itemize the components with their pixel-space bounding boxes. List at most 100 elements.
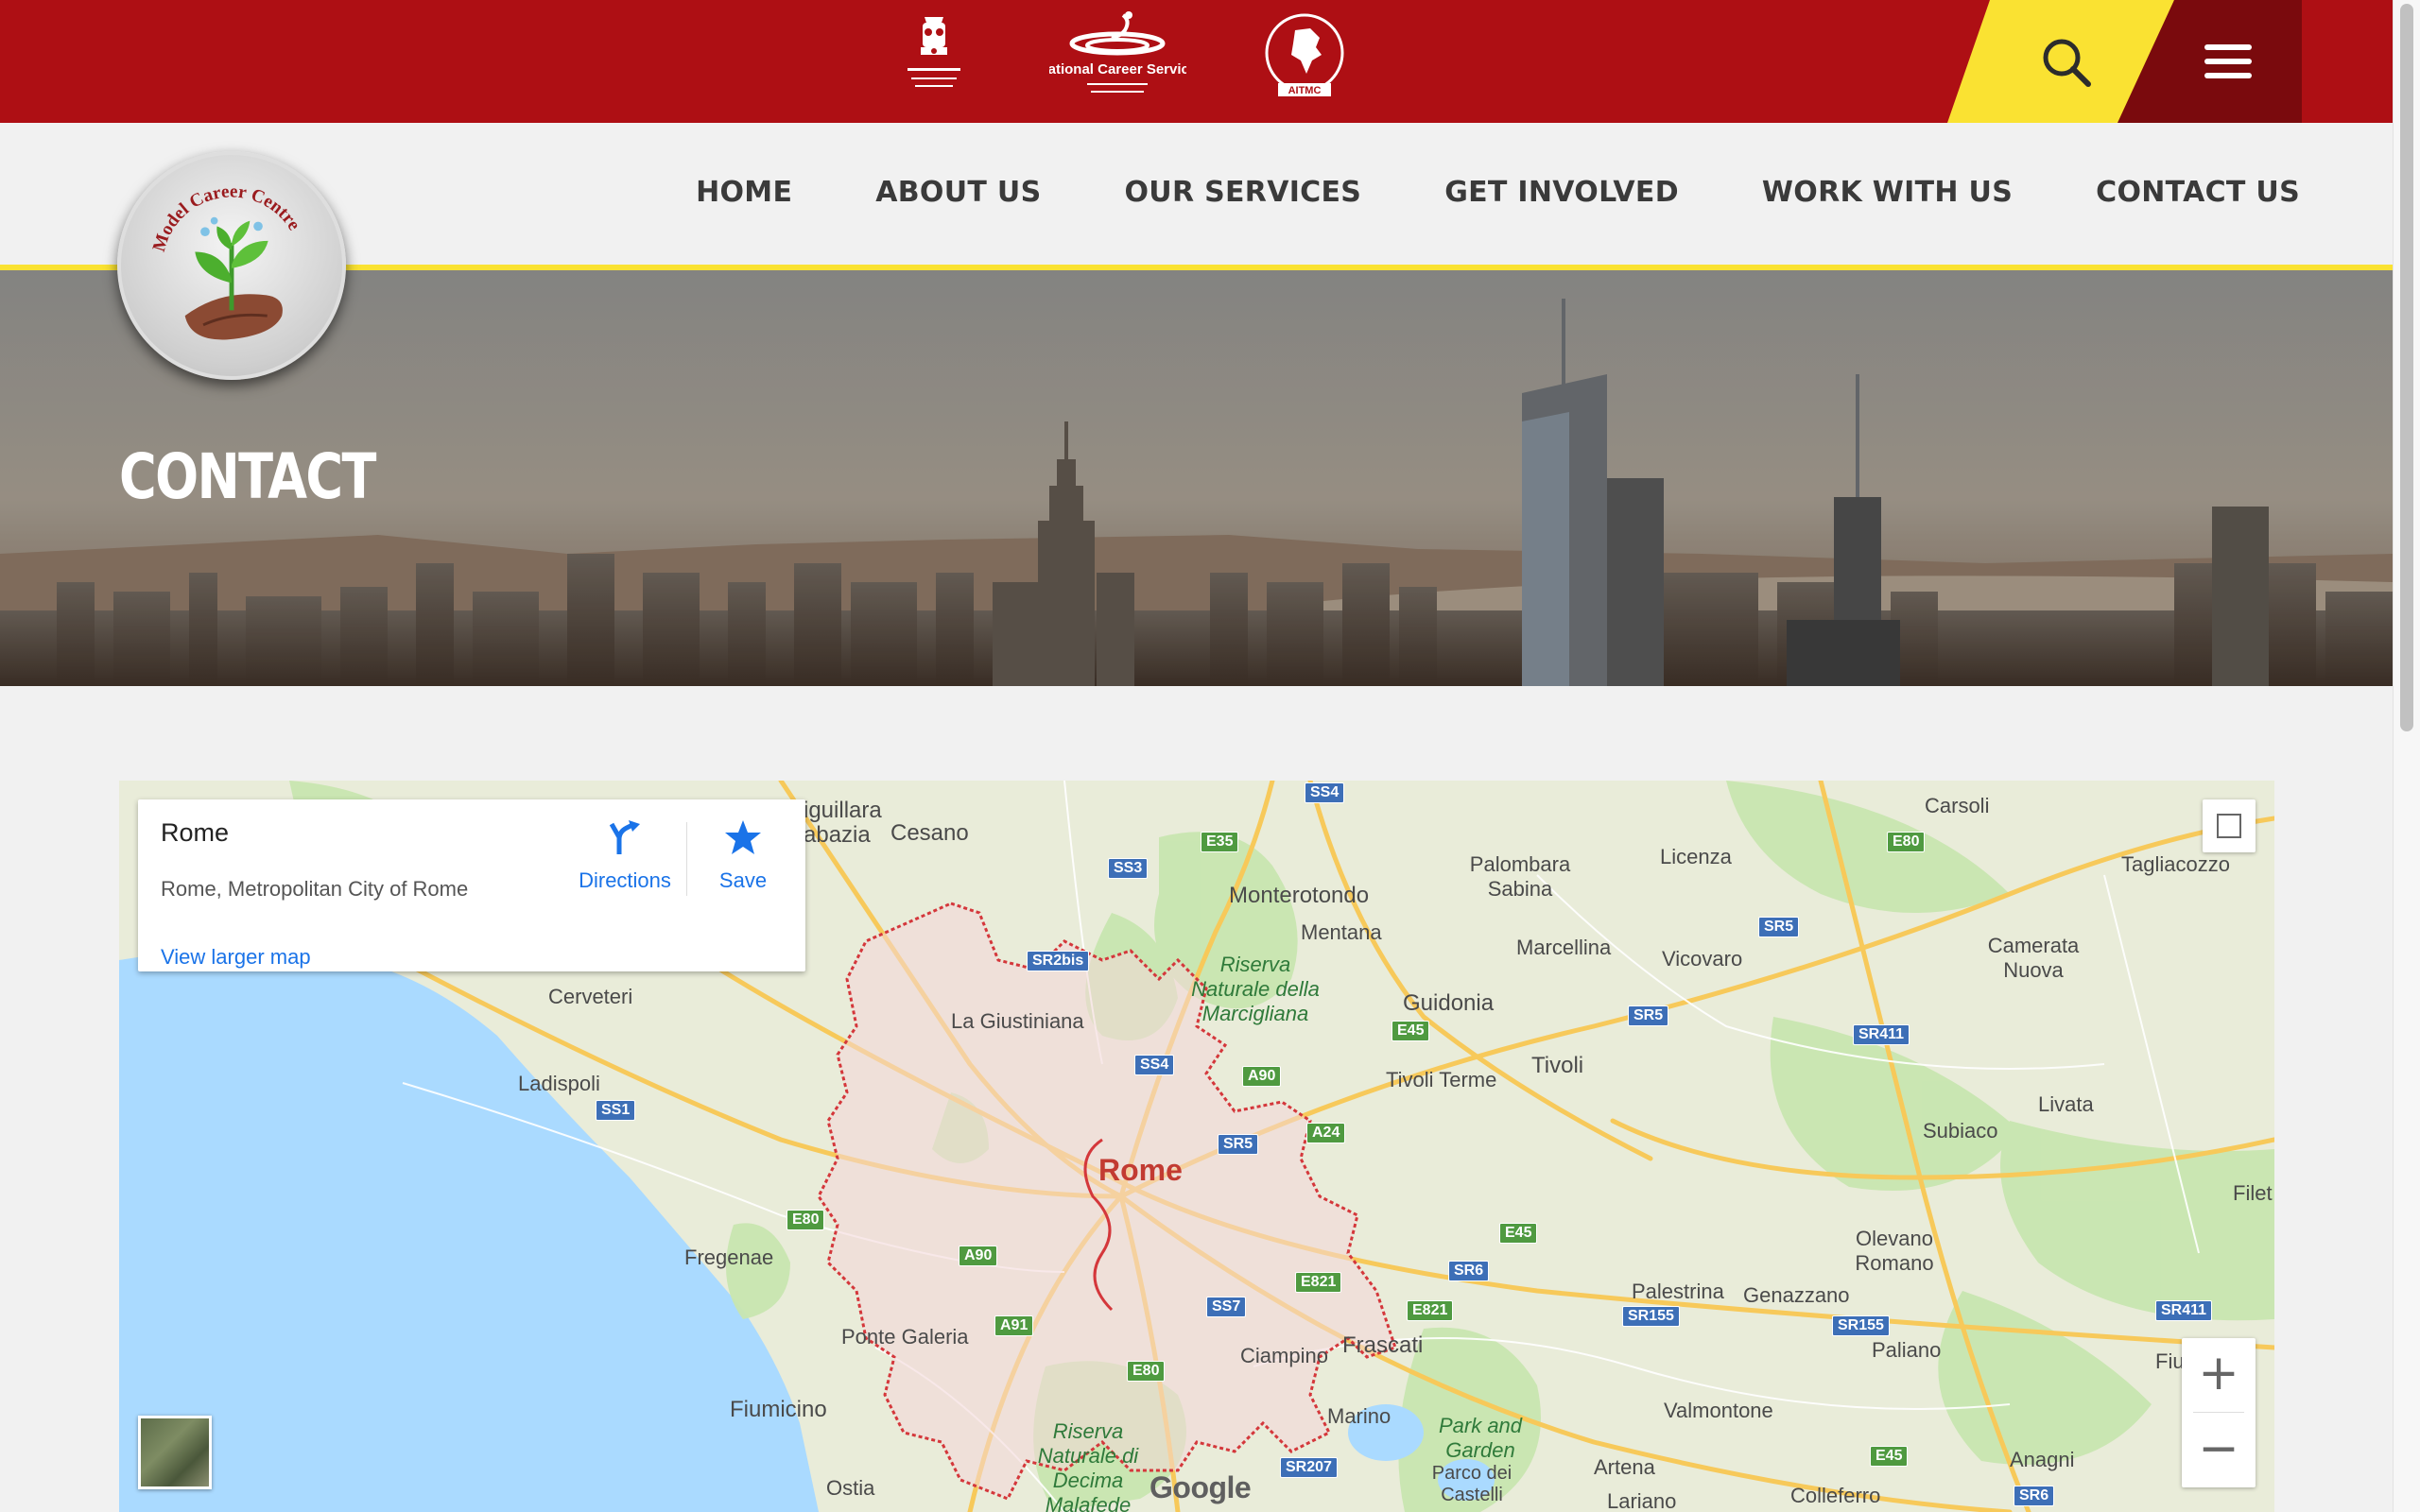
model-career-centre-logo[interactable]: Model Career Centre — [117, 151, 346, 380]
map-label-tivoli-terme: Tivoli Terme — [1386, 1068, 1497, 1091]
map-label-monterotondo: Monterotondo — [1229, 883, 1370, 908]
map-label-ponte-galeria: Ponte Galeria — [841, 1325, 969, 1349]
map-label-paliano: Paliano — [1872, 1338, 1942, 1362]
map-label-frascati: Frascati — [1342, 1332, 1424, 1358]
map-label-livata: Livata — [2038, 1092, 2094, 1116]
map-label-genazzano: Genazzano — [1743, 1283, 1850, 1307]
road-shield-sr5-3: SR5 — [1218, 1134, 1259, 1155]
road-shield-sr6-2: SR6 — [2014, 1486, 2055, 1506]
map-label-fregenae: Fregenae — [684, 1246, 774, 1269]
map-label-parco-castelli: Parco dei Castelli — [1431, 1463, 1512, 1505]
map-label-licenza: Licenza — [1660, 845, 1732, 868]
map-label-ciampino: Ciampino — [1240, 1344, 1328, 1367]
map-label-palombara: Palombara Sabina — [1469, 852, 1571, 901]
main-navigation: HOME ABOUT US OUR SERVICES GET INVOLVED … — [696, 176, 2300, 209]
map-label-rome: Rome — [1098, 1153, 1183, 1187]
directions-icon — [609, 820, 640, 854]
page-title: CONTACT — [119, 440, 376, 513]
map-label-carsoli: Carsoli — [1925, 794, 1990, 817]
nav-item-about-us[interactable]: ABOUT US — [875, 176, 1041, 209]
map-label-olevano: Olevano Romano — [1855, 1227, 1934, 1275]
road-shield-e45-3: E45 — [1870, 1446, 1909, 1467]
road-shield-sr411-2: SR411 — [2155, 1300, 2213, 1321]
save-button[interactable]: Save — [705, 818, 781, 893]
road-shield-sr2bis: SR2bis — [1027, 951, 1090, 971]
road-shield-e821-2: E821 — [1407, 1300, 1454, 1321]
place-name: Rome — [161, 818, 230, 847]
road-shield-e80: E80 — [1887, 832, 1926, 852]
map-label-tivoli: Tivoli — [1531, 1053, 1584, 1078]
road-shield-ss4-2: SS4 — [1134, 1055, 1175, 1075]
road-shield-e45: E45 — [1392, 1021, 1430, 1041]
save-label: Save — [718, 868, 768, 892]
road-shield-e821: E821 — [1295, 1272, 1342, 1293]
road-shield-a90: A90 — [1242, 1066, 1282, 1087]
map-label-park-garden: Park and Garden — [1438, 1414, 1523, 1462]
star-icon — [725, 820, 761, 854]
road-shield-sr5: SR5 — [1758, 917, 1800, 937]
road-shield-e45-2: E45 — [1499, 1223, 1538, 1244]
view-larger-map-link[interactable]: View larger map — [161, 945, 311, 970]
road-shield-a91: A91 — [994, 1315, 1034, 1336]
zoom-controls: + − — [2182, 1338, 2256, 1487]
map-label-marcellina: Marcellina — [1516, 936, 1612, 959]
map-label-sabazia: abazia — [804, 822, 871, 848]
road-shield-sr6: SR6 — [1448, 1261, 1490, 1281]
top-bar: National Career Service AITMC — [0, 0, 2393, 123]
map-label-camerata: Camerata Nuova — [1987, 934, 2080, 982]
road-shield-e80-3: E80 — [1127, 1361, 1166, 1382]
map-label-anagni: Anagni — [2010, 1448, 2075, 1471]
satellite-view-toggle[interactable] — [138, 1416, 212, 1489]
map-label-anguillara: iguillara — [804, 798, 882, 823]
page-scrollbar[interactable] — [2393, 0, 2420, 1512]
directions-label: Directions — [579, 868, 671, 892]
svg-text:AITMC: AITMC — [1288, 85, 1322, 96]
road-shield-e80-2: E80 — [786, 1210, 825, 1230]
nav-item-work-with-us[interactable]: WORK WITH US — [1762, 176, 2013, 209]
ministry-of-labour-emblem-icon[interactable] — [889, 9, 979, 100]
nav-item-get-involved[interactable]: GET INVOLVED — [1444, 176, 1679, 209]
map-label-mentana: Mentana — [1301, 920, 1382, 944]
zoom-out-button[interactable]: − — [2182, 1414, 2256, 1487]
map-label-tagliacozzo: Tagliacozzo — [2121, 852, 2230, 876]
road-shield-sr207: SR207 — [1280, 1457, 1338, 1478]
road-shield-ss1: SS1 — [596, 1100, 636, 1121]
road-shield-a24: A24 — [1306, 1123, 1346, 1143]
road-shield-sr411: SR411 — [1853, 1024, 1910, 1045]
map-label-vicovaro: Vicovaro — [1662, 947, 1743, 971]
map-info-card: Rome Rome, Metropolitan City of Rome Dir… — [138, 799, 805, 971]
scrollbar-thumb[interactable] — [2400, 4, 2413, 731]
road-shield-a90-2: A90 — [959, 1246, 998, 1266]
road-shield-sr155-2: SR155 — [1832, 1315, 1890, 1336]
search-icon — [2043, 39, 2091, 87]
nav-item-contact-us[interactable]: CONTACT US — [2096, 176, 2300, 209]
map-label-marino: Marino — [1327, 1404, 1392, 1428]
nav-item-our-services[interactable]: OUR SERVICES — [1124, 176, 1361, 209]
national-career-service-logo-icon[interactable]: National Career Service — [1038, 9, 1197, 104]
nav-item-home[interactable]: HOME — [696, 176, 792, 209]
map-label-lariano: Lariano — [1607, 1489, 1677, 1512]
zoom-divider — [2193, 1412, 2244, 1413]
google-map[interactable]: Cesano iguillara abazia Monterotondo Men… — [119, 781, 2274, 1512]
map-label-la-giustiniana: La Giustiniana — [951, 1009, 1084, 1033]
fullscreen-icon — [2217, 814, 2241, 838]
aitmc-logo-icon[interactable]: AITMC — [1257, 9, 1352, 104]
map-label-ostia: Ostia — [826, 1476, 875, 1500]
road-shield-sr155: SR155 — [1622, 1306, 1680, 1327]
map-label-valmontone: Valmontone — [1664, 1399, 1773, 1422]
zoom-in-button[interactable]: + — [2182, 1338, 2256, 1412]
map-label-riserva-decima: Riserva Naturale di Decima Malafede — [1037, 1419, 1139, 1512]
svg-text:National Career Service: National Career Service — [1049, 61, 1186, 77]
map-label-palestrina: Palestrina — [1632, 1280, 1724, 1303]
directions-button[interactable]: Directions — [573, 818, 677, 893]
fullscreen-button[interactable] — [2203, 799, 2256, 852]
info-card-divider — [686, 822, 687, 896]
map-label-riserva-marcigliana: Riserva Naturale della Marcigliana — [1191, 953, 1320, 1025]
road-shield-ss7: SS7 — [1206, 1297, 1247, 1317]
map-label-colleferro: Colleferro — [1790, 1484, 1881, 1507]
map-label-artena: Artena — [1594, 1455, 1655, 1479]
road-shield-sr5-2: SR5 — [1628, 1005, 1669, 1026]
map-label-subiaco: Subiaco — [1923, 1119, 1998, 1143]
road-shield-ss4: SS4 — [1305, 782, 1345, 803]
google-attribution: Google — [1150, 1470, 1252, 1504]
